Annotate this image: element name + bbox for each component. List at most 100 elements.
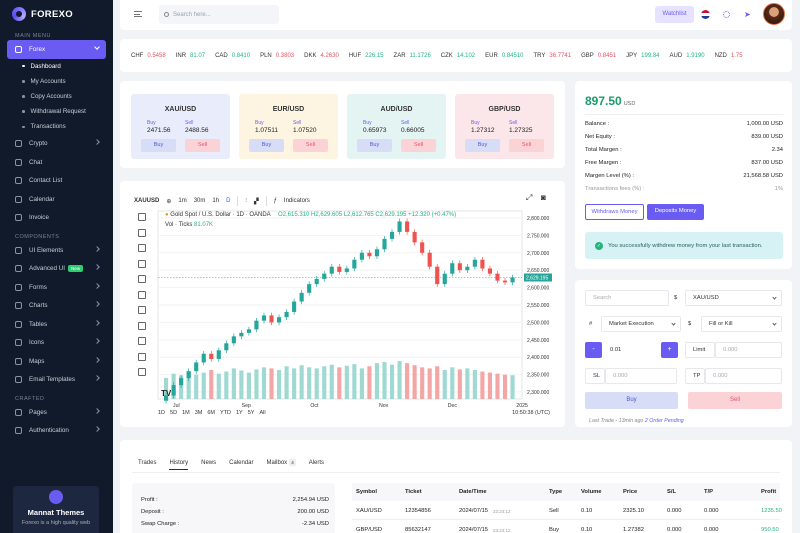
sidebar-item-pages[interactable]: Pages — [0, 403, 113, 422]
cell-tp: 0.000 — [704, 527, 719, 533]
tab-news[interactable]: News — [201, 460, 216, 470]
tab-trades[interactable]: Trades — [138, 460, 156, 470]
quote-buy-button[interactable]: Buy — [357, 139, 392, 152]
column-header[interactable]: Profit — [761, 489, 776, 495]
range-1m[interactable]: 1M — [182, 410, 190, 416]
sidebar-item-label: Charts — [29, 302, 48, 310]
column-header[interactable]: Ticket — [405, 489, 422, 495]
sell-button[interactable]: Sell — [688, 392, 782, 409]
pending-orders-link[interactable]: 2 Order Pending — [645, 418, 684, 424]
search-input[interactable]: Search here... — [159, 5, 279, 24]
execution-value: Market Execution — [609, 321, 654, 327]
quote-sell-button[interactable]: Sell — [509, 139, 544, 152]
deposit-money-button[interactable]: Deposits Money — [647, 204, 704, 220]
quantity-input[interactable]: 0.01 — [603, 342, 661, 358]
column-header[interactable]: T/P — [704, 489, 713, 495]
buy-button[interactable]: Buy — [585, 392, 678, 409]
sidebar-item-crypto[interactable]: Crypto — [0, 134, 113, 153]
sidebar-item-ui-elements[interactable]: UI Elements — [0, 241, 113, 260]
range-all[interactable]: All — [259, 410, 265, 416]
theme-toggle-icon[interactable] — [723, 11, 730, 18]
tab-mailbox[interactable]: Mailbox 4 — [267, 459, 296, 470]
sl-input[interactable]: 0.000 — [605, 368, 677, 384]
column-header[interactable]: Volume — [581, 489, 602, 495]
quote-buy-button[interactable]: Buy — [249, 139, 284, 152]
sidebar-item-calendar[interactable]: Calendar — [0, 190, 113, 209]
section-components: COMPONENTS — [15, 233, 60, 240]
sidebar-subitem-my-accounts[interactable]: My Accounts — [0, 74, 113, 89]
range-6m[interactable]: 6M — [207, 410, 215, 416]
sidebar-item-forex[interactable]: Forex — [7, 40, 106, 59]
quote-sell-button[interactable]: Sell — [401, 139, 436, 152]
column-header[interactable]: Symbol — [356, 489, 377, 495]
sidebar-item-forms[interactable]: Forms — [0, 278, 113, 297]
sidebar-item-charts[interactable]: Charts — [0, 296, 113, 315]
candle-body — [269, 315, 274, 323]
sidebar-subitem-withdrawal-request[interactable]: Withdrawal Request — [0, 104, 113, 119]
range-3m[interactable]: 3M — [195, 410, 203, 416]
cell-tp: 0.000 — [704, 508, 719, 514]
volume-bar — [472, 369, 477, 399]
candlestick-plot[interactable]: 2,800.000 2,750.000 2,700.000 2,650.000 2,60… — [120, 181, 565, 427]
order-search-input[interactable]: Search — [585, 290, 669, 306]
tp-input[interactable]: 0.000 — [705, 368, 782, 384]
tab-alerts[interactable]: Alerts — [309, 460, 324, 470]
table-row[interactable]: GBP/USD 85632147 2024/07/15 23:24:12 Buy 0.10… — [352, 521, 780, 533]
range-5y[interactable]: 5Y — [248, 410, 255, 416]
sidebar-item-advanced-ui[interactable]: Advanced UI New — [0, 259, 113, 278]
sidebar-subitem-transactions[interactable]: Transactions — [0, 119, 113, 134]
quote-buy-button[interactable]: Buy — [141, 139, 176, 152]
menu-toggle-icon[interactable] — [134, 11, 142, 17]
sidebar-item-contact-list[interactable]: Contact List — [0, 171, 113, 190]
sidebar-subitem-copy-accounts[interactable]: Copy Accounts — [0, 89, 113, 104]
brand-logo[interactable]: FOREXO — [0, 0, 113, 28]
withdraw-money-button[interactable]: Withdraws Money — [585, 204, 644, 220]
sidebar-item-label: Forms — [29, 283, 47, 291]
column-header[interactable]: Type — [549, 489, 562, 495]
tab-history[interactable]: History — [169, 460, 189, 470]
range-ytd[interactable]: YTD — [220, 410, 231, 416]
buy-price: 0.65973 — [363, 127, 387, 134]
watchlist-button[interactable]: Watchlist — [655, 6, 694, 23]
volume-bar — [352, 364, 357, 399]
ticker-value: 36.7741 — [549, 52, 572, 59]
fill-type-select[interactable]: Fill or Kill — [701, 316, 782, 332]
sidebar-subitem-dashboard[interactable]: Dashboard — [0, 59, 113, 74]
decrease-qty-button[interactable]: - — [585, 342, 602, 358]
quote-sell-button[interactable]: Sell — [293, 139, 328, 152]
limit-input[interactable]: 0.000 — [715, 342, 782, 358]
sidebar-item-maps[interactable]: Maps — [0, 352, 113, 371]
range-5d[interactable]: 5D — [170, 410, 177, 416]
sidebar-item-invoice[interactable]: Invoice — [0, 208, 113, 227]
ticker-symbol: EUR — [485, 52, 498, 59]
ticker-value: 0.3803 — [275, 52, 295, 59]
column-header[interactable]: Price — [623, 489, 637, 495]
cell-sl: 0.000 — [667, 527, 682, 533]
avatar[interactable] — [763, 3, 785, 25]
tab-calendar[interactable]: Calendar — [229, 460, 253, 470]
sidebar-item-authentication[interactable]: Authentication — [0, 421, 113, 440]
table-row[interactable]: XAU/USD 12354856 2024/07/15 23:24:12 Sell 0.1… — [352, 502, 782, 520]
sell-label: Sell — [401, 120, 410, 126]
range-1y[interactable]: 1Y — [236, 410, 243, 416]
sidebar-item-chat[interactable]: Chat — [0, 153, 113, 172]
column-header[interactable]: Date/Time — [459, 489, 487, 495]
sidebar-item-email-templates[interactable]: Email Templates — [0, 370, 113, 389]
fees-label: Transactions fees (%) : — [585, 186, 645, 192]
us-flag-icon[interactable] — [701, 10, 710, 19]
pair-select[interactable]: XAU/USD — [685, 290, 782, 306]
increase-qty-button[interactable]: + — [661, 342, 678, 358]
y-tick-label: 2,600.000 — [527, 286, 549, 292]
range-1d[interactable]: 1D — [158, 410, 165, 416]
volume-bar — [450, 367, 455, 399]
column-header[interactable]: S/L — [667, 489, 676, 495]
chevron-right-icon — [94, 283, 100, 289]
execution-select[interactable]: Market Execution — [601, 316, 681, 332]
quote-sell-button[interactable]: Sell — [185, 139, 220, 152]
quote-card-xau-usd: XAU/USD Buy Sell 2471.56 2488.56 Buy Sell — [131, 94, 230, 159]
send-icon[interactable]: ➤ — [744, 10, 751, 19]
candle-body — [344, 268, 349, 272]
sidebar-item-icons[interactable]: Icons — [0, 333, 113, 352]
sidebar-item-tables[interactable]: Tables — [0, 315, 113, 334]
quote-buy-button[interactable]: Buy — [465, 139, 500, 152]
